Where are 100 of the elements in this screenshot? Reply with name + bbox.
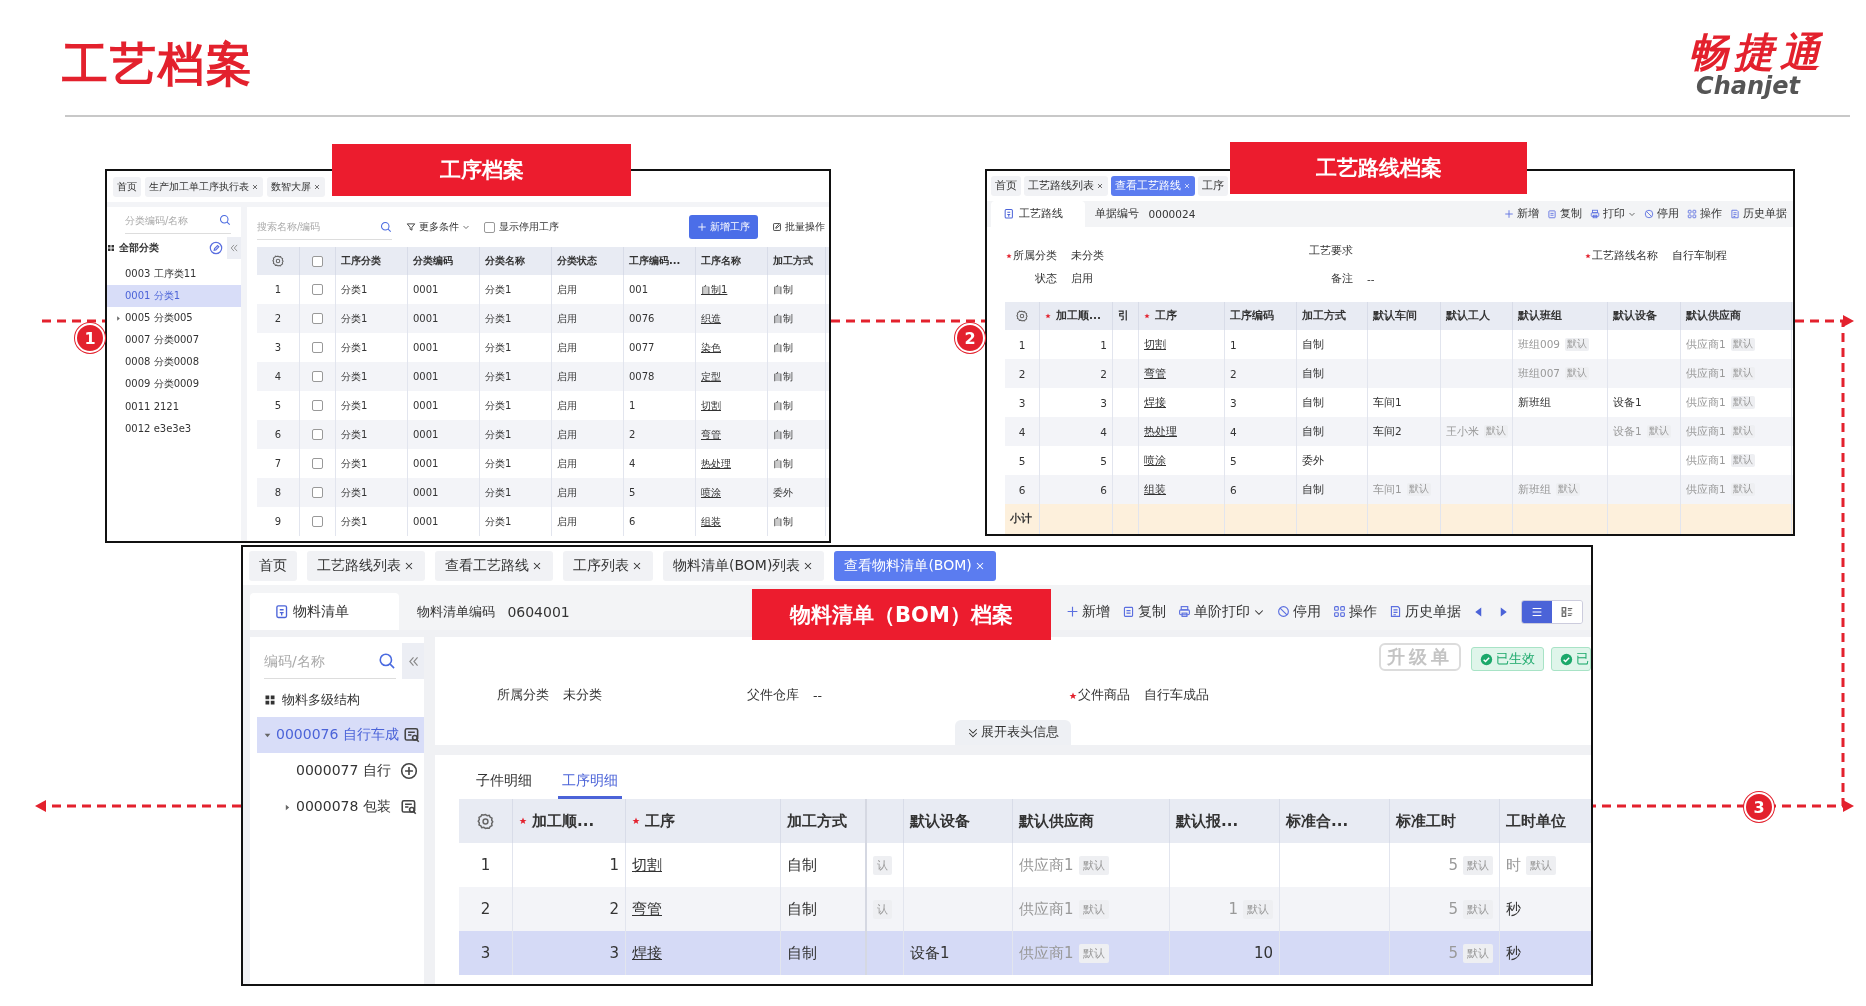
table-cell: 秒 [1506,899,1521,919]
tab[interactable]: 子件明细 [472,772,536,799]
search-field[interactable]: 分类编码/名称 [125,214,219,226]
toolbar-button[interactable]: 新增 [1504,207,1539,221]
toolbar-button[interactable]: 操作 [1687,207,1722,221]
table-row[interactable]: 3 3 焊接 自制 设备1 供应商1 默认 10 5 默认 秒 [459,931,1591,975]
toolbar-button[interactable]: 单阶打印 [1178,602,1265,621]
link[interactable]: 弯管 [1144,366,1166,381]
add-button[interactable]: 新增工序 [689,215,758,239]
link[interactable]: 定型 [701,369,721,384]
toolbar-button[interactable]: 操作 [1333,602,1377,621]
tree-item[interactable]: 0000076 自行车成 [257,717,424,753]
field-value: 自行车成品 [1144,687,1209,704]
link[interactable]: 弯管 [701,427,721,442]
close-icon[interactable] [251,182,259,191]
toolbar-button[interactable]: 历史单据 [1389,602,1461,621]
close-icon[interactable] [531,560,543,572]
checkbox[interactable] [312,429,323,440]
checkbox[interactable] [312,371,323,382]
tree-item[interactable]: 0008 分类0008 [107,351,241,373]
link[interactable]: 焊接 [1144,395,1166,410]
checkbox[interactable] [312,284,323,295]
tree-item[interactable]: 0001 分类1 [107,285,241,307]
link[interactable]: 切割 [632,855,662,875]
checkbox[interactable] [312,516,323,527]
settings-icon[interactable] [272,255,284,267]
tab[interactable]: 首页 [991,176,1021,196]
checkbox[interactable] [312,487,323,498]
tree-item[interactable]: 0000078 包装 [277,789,424,825]
link[interactable]: 自制1 [701,282,728,297]
document-tab[interactable]: 工艺路线 [991,201,1085,227]
tab[interactable]: 工艺路线列表 [1024,176,1108,196]
toolbar-button[interactable]: 复制 [1122,602,1166,621]
checkbox[interactable] [312,313,323,324]
checkbox[interactable] [484,221,495,233]
link[interactable]: 染色 [701,340,721,355]
card-view-button[interactable] [1552,600,1582,623]
settings-icon[interactable] [1016,310,1028,322]
list-view-button[interactable] [1522,600,1552,623]
toolbar-button[interactable]: 历史单据 [1730,207,1787,221]
close-icon[interactable] [631,560,643,572]
tree-item[interactable]: 0000077 自行 [277,753,424,789]
link[interactable]: 组装 [701,514,721,529]
tab[interactable]: 首页 [113,176,141,197]
filter-button[interactable]: 更多条件 [406,220,470,234]
batch-button[interactable]: 批量操作 [772,220,825,234]
tree-item[interactable]: 0009 分类0009 [107,373,241,395]
table-cell: 2 [1230,367,1237,380]
link[interactable]: 热处理 [701,456,731,471]
link[interactable]: 喷涂 [1144,453,1166,468]
close-icon[interactable] [1096,182,1104,190]
tree-item[interactable]: 0012 e3e3e3 [107,417,241,439]
document-tab[interactable]: 物料清单 [250,593,400,630]
link[interactable]: 织造 [701,311,721,326]
checkbox[interactable] [312,342,323,353]
close-icon[interactable] [313,182,321,191]
toolbar-button[interactable]: 停用 [1644,207,1679,221]
view-details-icon[interactable] [400,798,418,816]
tree-item[interactable]: 0005 分类005 [107,307,241,329]
search-icon[interactable] [378,651,396,670]
tab[interactable]: 查看物料清单(BOM) [834,551,996,581]
tab[interactable]: 工艺路线列表 [307,551,425,581]
add-icon[interactable] [400,762,418,780]
default-tag: 默认 [1730,425,1755,438]
tab[interactable]: 数智大屏 [267,176,325,197]
tree-item[interactable]: 0011 2121 [107,395,241,417]
toolbar-button[interactable]: 停用 [1277,602,1321,621]
checkbox[interactable] [312,458,323,469]
settings-icon[interactable] [477,812,494,830]
checkbox[interactable] [312,400,323,411]
search-field[interactable]: 搜索名称/编码 [257,221,380,232]
expand-button[interactable]: 展开表头信息 [955,720,1071,745]
tab[interactable]: 查看工艺路线 [435,551,553,581]
tree-item[interactable]: 0003 工序类11 [107,263,241,285]
view-details-icon[interactable] [402,726,421,744]
link[interactable]: 喷涂 [701,485,721,500]
toolbar-button[interactable]: 新增 [1066,602,1110,621]
link[interactable]: 热处理 [1144,424,1177,439]
link[interactable]: 组装 [1144,482,1166,497]
search-icon[interactable] [380,220,392,233]
link[interactable]: 焊接 [632,943,662,963]
link[interactable]: 弯管 [632,899,662,919]
toolbar-button[interactable]: 打印 [1590,207,1636,221]
tree-item[interactable]: 0007 分类0007 [107,329,241,351]
tab[interactable]: 工序 [1198,176,1228,196]
tab[interactable]: 工序列表 [563,551,653,581]
tab[interactable]: 首页 [249,551,297,581]
tab[interactable]: 物料清单(BOM)列表 [663,551,825,581]
step-badge: 2 [955,323,985,353]
checkbox[interactable] [312,255,323,267]
link[interactable]: 切割 [1144,337,1166,352]
link[interactable]: 切割 [701,398,721,413]
tab[interactable]: 生产加工单工序执行表 [145,176,263,197]
edit-icon[interactable] [209,241,223,255]
search-field[interactable]: 编码/名称 [264,652,378,669]
search-icon[interactable] [219,214,231,226]
close-icon[interactable] [403,560,415,572]
tab[interactable]: 查看工艺路线 [1111,176,1195,196]
toolbar-button[interactable]: 复制 [1547,207,1582,221]
table-row[interactable]: 2 2 弯管 自制 认 供应商1 默认 1 默认 5 默认 秒 [459,887,1591,931]
